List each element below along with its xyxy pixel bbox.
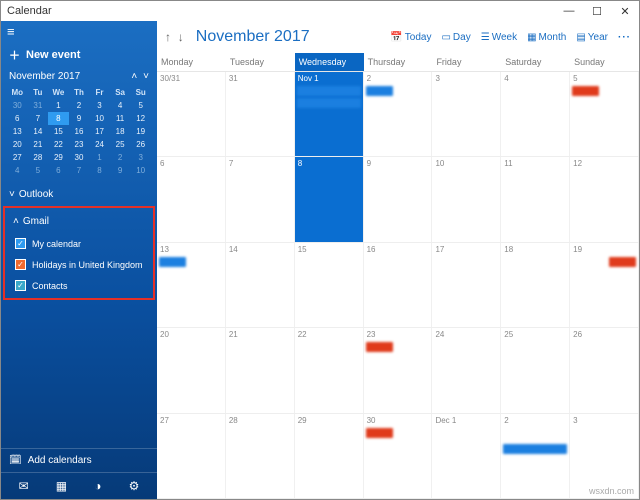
add-calendars-button[interactable]: 🗓 Add calendars <box>1 448 157 472</box>
checkbox-icon: ✓ <box>15 238 26 249</box>
outlook-section[interactable]: ˅ Outlook <box>1 183 157 206</box>
app-title: Calendar <box>7 5 52 17</box>
toolbar: ↑ ↓ November 2017 📅Today ▭Day ☰Week ▦Mon… <box>157 21 639 53</box>
chevron-down-icon: ˅ <box>9 189 15 200</box>
next-month-icon[interactable]: ↓ <box>178 30 184 44</box>
more-icon[interactable]: ··· <box>618 32 631 43</box>
plus-icon: ＋ <box>9 47 20 63</box>
people-icon[interactable]: ◑ <box>94 479 101 493</box>
year-view-button[interactable]: ▤Year <box>576 32 608 43</box>
sidebar: ≡ ＋ New event November 2017 ˄ ˅ MoTuWeTh… <box>1 21 157 499</box>
month-view-button[interactable]: ▦Month <box>527 32 566 43</box>
new-event-button[interactable]: ＋ New event <box>1 41 157 69</box>
mini-prev-icon[interactable]: ˄ <box>131 71 137 82</box>
close-button[interactable]: ✕ <box>611 5 639 18</box>
mini-cal-month[interactable]: November 2017 <box>9 71 80 82</box>
watermark: wsxdn.com <box>589 486 634 496</box>
mini-calendar[interactable]: MoTuWeThFrSaSu 303112345 6789101112 1314… <box>1 84 157 183</box>
month-grid[interactable]: 30/31 31 Nov 1 2 3 4 5 6 7 8 9 10 11 12 <box>157 72 639 499</box>
mini-next-icon[interactable]: ˅ <box>143 71 149 82</box>
mail-icon[interactable]: ✉ <box>19 479 29 493</box>
new-event-label: New event <box>26 49 80 61</box>
minimize-button[interactable]: — <box>555 5 583 18</box>
hamburger-icon[interactable]: ≡ <box>7 24 15 39</box>
settings-icon[interactable]: ⚙ <box>129 479 140 493</box>
gmail-section[interactable]: ˄ Gmail <box>5 210 153 233</box>
week-view-button[interactable]: ☰Week <box>481 32 517 43</box>
selected-day: Nov 1 <box>295 72 364 156</box>
checkbox-icon: ✓ <box>15 259 26 270</box>
calendar-toggle-contacts[interactable]: ✓ Contacts <box>5 275 153 296</box>
gmail-section-highlight: ˄ Gmail ✓ My calendar ✓ Holidays in Unit… <box>3 206 155 300</box>
calendar-toggle-holidays[interactable]: ✓ Holidays in United Kingdom <box>5 254 153 275</box>
calendar-icon[interactable]: ▦ <box>56 479 67 493</box>
page-title[interactable]: November 2017 <box>196 28 310 46</box>
chevron-up-icon: ˄ <box>13 216 19 227</box>
calendar-plus-icon: 🗓 <box>9 455 22 466</box>
calendar-main: ↑ ↓ November 2017 📅Today ▭Day ☰Week ▦Mon… <box>157 21 639 499</box>
titlebar: Calendar — ☐ ✕ <box>1 1 639 21</box>
weekday-header: Monday Tuesday Wednesday Thursday Friday… <box>157 53 639 72</box>
day-view-button[interactable]: ▭Day <box>441 32 470 43</box>
checkbox-icon: ✓ <box>15 280 26 291</box>
calendar-toggle-my[interactable]: ✓ My calendar <box>5 233 153 254</box>
maximize-button[interactable]: ☐ <box>583 5 611 18</box>
prev-month-icon[interactable]: ↑ <box>165 30 171 44</box>
today-button[interactable]: 📅Today <box>390 32 431 43</box>
